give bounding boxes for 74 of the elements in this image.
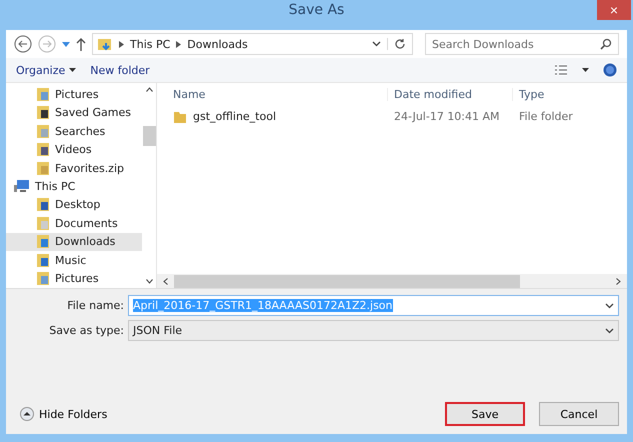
chevron-down-icon[interactable] xyxy=(605,302,614,308)
scroll-left-icon[interactable] xyxy=(163,278,168,284)
nav-item[interactable]: Pictures xyxy=(6,85,142,104)
nav-item-label: Searches xyxy=(55,124,106,138)
save-as-type-dropdown[interactable]: JSON File xyxy=(128,320,619,341)
nav-item-label: Pictures xyxy=(55,272,99,286)
search-field[interactable]: Search Downloads xyxy=(425,33,619,55)
close-button[interactable]: × xyxy=(597,0,631,20)
breadcrumb-arrow-icon xyxy=(119,40,124,48)
scroll-down-icon[interactable] xyxy=(146,279,152,284)
dropdown-caret-icon[interactable] xyxy=(62,42,70,46)
organize-button[interactable]: Organize xyxy=(16,64,76,76)
nav-item-label: Downloads xyxy=(55,235,116,248)
caret-icon xyxy=(69,68,76,72)
nav-item[interactable]: This PC xyxy=(6,177,142,196)
save-as-type-label: Save as type: xyxy=(48,324,124,337)
nav-item[interactable]: Pictures xyxy=(6,270,142,288)
file-name[interactable]: gst_offline_tool xyxy=(193,110,276,122)
nav-item-label: Pictures xyxy=(55,88,99,101)
folder-icon xyxy=(36,105,50,120)
hide-folders-button[interactable]: Hide Folders xyxy=(14,407,114,421)
column-header[interactable]: Date modified xyxy=(387,88,512,100)
nav-item[interactable]: Desktop xyxy=(6,196,142,214)
downloads-folder-icon xyxy=(97,36,113,52)
file-name-label: File name: xyxy=(66,299,124,312)
caret-icon[interactable] xyxy=(582,68,589,72)
view-options-icon[interactable] xyxy=(554,64,568,76)
new-folder-button[interactable]: New folder xyxy=(90,64,150,76)
nav-item[interactable]: Favorites.zip xyxy=(6,158,142,178)
chevron-down-icon xyxy=(605,328,614,334)
nav-item[interactable]: Saved Games xyxy=(6,103,142,122)
folder-icon xyxy=(36,197,50,212)
column-header[interactable]: Type xyxy=(512,88,544,100)
folder-icon xyxy=(36,252,50,268)
folder-icon xyxy=(36,271,50,286)
computer-icon xyxy=(14,179,30,194)
save-button[interactable]: Save xyxy=(445,402,525,426)
nav-item[interactable]: Music xyxy=(6,251,142,270)
nav-item[interactable]: Documents xyxy=(6,214,142,233)
folder-icon xyxy=(36,234,50,250)
nav-item-label: Videos xyxy=(55,143,92,156)
folder-icon xyxy=(173,110,187,122)
nav-item-label: Favorites.zip xyxy=(55,162,124,175)
scroll-right-icon[interactable] xyxy=(616,278,621,284)
scroll-up-icon[interactable] xyxy=(146,87,152,92)
breadcrumb-item[interactable]: Downloads xyxy=(187,38,248,50)
folder-icon xyxy=(36,160,50,176)
nav-item[interactable]: Videos xyxy=(6,140,142,159)
folder-icon xyxy=(36,124,50,139)
window-title: Save As xyxy=(288,2,344,18)
folder-icon xyxy=(36,216,50,231)
nav-item-label: This PC xyxy=(35,180,76,193)
breadcrumb-item[interactable]: This PC xyxy=(130,38,170,50)
folder-icon xyxy=(36,142,50,158)
table-cell-text: 24-Jul-17 10:41 AM xyxy=(393,110,501,122)
scrollbar[interactable] xyxy=(157,274,627,288)
nav-item-label: Saved Games xyxy=(55,106,131,120)
nav-item[interactable]: Searches xyxy=(6,122,142,140)
nav-item[interactable]: Downloads xyxy=(6,232,142,252)
search-icon xyxy=(600,38,612,50)
chevron-down-icon[interactable] xyxy=(372,41,381,47)
nav-item-label: Music xyxy=(55,254,86,267)
scroll-thumb[interactable] xyxy=(142,126,156,146)
column-header[interactable]: Name xyxy=(157,88,387,100)
table-cell-text: File folder xyxy=(518,110,573,122)
address-bar[interactable]: This PC Downloads xyxy=(92,33,413,55)
nav-item-label: Documents xyxy=(55,216,118,230)
up-arrow-icon[interactable] xyxy=(76,38,86,50)
nav-item-label: Desktop xyxy=(55,198,100,212)
breadcrumb-arrow-icon xyxy=(176,40,182,48)
cancel-button[interactable]: Cancel xyxy=(539,402,619,426)
folder-icon xyxy=(36,86,50,102)
collapse-up-icon xyxy=(20,407,34,421)
scroll-thumb[interactable] xyxy=(174,274,520,288)
